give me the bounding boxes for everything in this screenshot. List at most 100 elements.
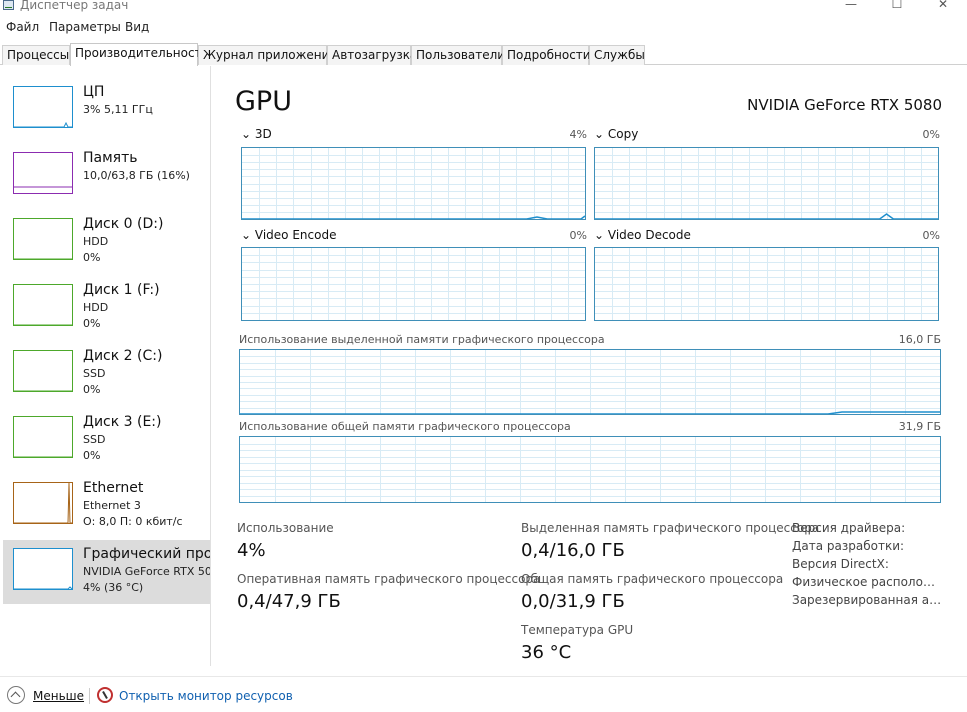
sidebar-thumbnail-graph bbox=[13, 350, 73, 392]
sidebar-thumbnail-graph bbox=[13, 86, 73, 128]
sidebar-thumbnail-graph bbox=[13, 416, 73, 458]
open-resource-monitor-link[interactable]: Открыть монитор ресурсов bbox=[119, 689, 293, 703]
chevron-down-icon: ⌄ bbox=[241, 127, 252, 141]
shared-memory-stat-label: Общая память графического процессора bbox=[521, 572, 784, 586]
sidebar-item[interactable]: Память 10,0/63,8 ГБ (16%) bbox=[3, 144, 210, 208]
sidebar-item[interactable]: Диск 2 (C:) SSD 0% bbox=[3, 342, 210, 406]
sidebar-item-title: Диск 2 (C:) bbox=[83, 348, 163, 364]
sidebar-thumbnail-graph bbox=[13, 218, 73, 260]
tab-services[interactable]: Службы bbox=[589, 45, 645, 65]
sidebar-item-detail: О: 8,0 П: 0 кбит/с bbox=[83, 515, 183, 528]
engine-selector-video-decode[interactable]: ⌄ Video Decode bbox=[594, 228, 691, 242]
gpu-ram-value: 0,4/47,9 ГБ bbox=[237, 591, 341, 612]
sidebar-item-detail: 0% bbox=[83, 317, 101, 330]
tab-processes[interactable]: Процессы bbox=[2, 45, 70, 65]
shared-memory-stat-value: 0,0/31,9 ГБ bbox=[521, 591, 625, 612]
tab-details[interactable]: Подробности bbox=[502, 45, 591, 65]
menu-file[interactable]: Файл bbox=[6, 20, 39, 34]
sidebar-item[interactable]: Диск 1 (F:) HDD 0% bbox=[3, 276, 210, 340]
resource-monitor-icon[interactable] bbox=[97, 687, 113, 703]
engine-percent: 0% bbox=[922, 128, 940, 141]
tab-app-history[interactable]: Журнал приложений bbox=[198, 45, 337, 65]
driver-date-label: Дата разработки: bbox=[792, 539, 905, 553]
sidebar-item-subtitle: HDD bbox=[83, 301, 109, 314]
page-title: GPU bbox=[235, 86, 292, 117]
usage-value: 4% bbox=[237, 540, 266, 561]
sidebar-item-detail: 0% bbox=[83, 383, 101, 396]
sidebar-item-title: Диск 1 (F:) bbox=[83, 282, 160, 298]
menu-options[interactable]: Параметры bbox=[49, 20, 121, 34]
shared-memory-graph bbox=[239, 436, 941, 503]
engine-graph-video-decode bbox=[594, 247, 939, 321]
sidebar-item-subtitle: 3% 5,11 ГГц bbox=[83, 103, 153, 116]
engine-graph-copy bbox=[594, 147, 939, 220]
sidebar-item[interactable]: Ethernet Ethernet 3 О: 8,0 П: 0 кбит/с bbox=[3, 474, 210, 538]
reserved-memory-label: Зарезервированная аппаратная память: bbox=[792, 593, 942, 607]
sidebar-item-detail: 0% bbox=[83, 251, 101, 264]
sidebar-item-title: Диск 3 (E:) bbox=[83, 414, 162, 430]
chevron-down-icon: ⌄ bbox=[241, 228, 252, 242]
sidebar-item-subtitle: 10,0/63,8 ГБ (16%) bbox=[83, 169, 190, 182]
divider bbox=[89, 688, 90, 704]
engine-selector-3d[interactable]: ⌄ 3D bbox=[241, 127, 272, 141]
resource-sidebar: ЦП 3% 5,11 ГГц Память 10,0/63,8 ГБ (16%) Дис… bbox=[0, 66, 211, 666]
sidebar-item-title: Ethernet bbox=[83, 480, 144, 496]
sidebar-thumbnail-graph bbox=[13, 548, 73, 590]
tab-startup[interactable]: Автозагрузка bbox=[327, 45, 417, 65]
tab-strip: Процессы Производительность Журнал прило… bbox=[0, 43, 967, 66]
sidebar-item-subtitle: NVIDIA GeForce RTX 5080 bbox=[83, 565, 210, 578]
task-manager-icon bbox=[3, 0, 14, 10]
physical-location-label: Физическое расположение: bbox=[792, 575, 942, 589]
shared-memory-max: 31,9 ГБ bbox=[898, 420, 941, 433]
engine-percent: 0% bbox=[569, 229, 587, 242]
sidebar-item-title: ЦП bbox=[83, 84, 105, 100]
engine-selector-video-encode[interactable]: ⌄ Video Encode bbox=[241, 228, 336, 242]
sidebar-item-title: Диск 0 (D:) bbox=[83, 216, 164, 232]
shared-memory-label: Использование общей памяти графического … bbox=[239, 420, 571, 433]
engine-percent: 4% bbox=[569, 128, 587, 141]
engine-name: Copy bbox=[607, 127, 639, 141]
engine-selector-copy[interactable]: ⌄ Copy bbox=[594, 127, 638, 141]
driver-version-label: Версия драйвера: bbox=[792, 521, 906, 535]
sidebar-item-detail: 0% bbox=[83, 449, 101, 462]
dedicated-memory-label: Использование выделенной памяти графичес… bbox=[239, 333, 605, 346]
chevron-up-icon[interactable] bbox=[7, 686, 25, 704]
gpu-temperature-value: 36 °C bbox=[521, 642, 572, 663]
maximize-button[interactable]: ☐ bbox=[874, 0, 920, 12]
close-button[interactable]: ✕ bbox=[920, 0, 966, 12]
tab-users[interactable]: Пользователи bbox=[411, 45, 505, 65]
directx-version-label: Версия DirectX: bbox=[792, 557, 889, 571]
sidebar-item-title: Графический процессор 0 bbox=[83, 546, 210, 562]
title-bar: Диспетчер задач — ☐ ✕ bbox=[0, 0, 967, 16]
dedicated-memory-max: 16,0 ГБ bbox=[898, 333, 941, 346]
gpu-panel: GPU NVIDIA GeForce RTX 5080 ⌄ 3D 4% ⌄ Co… bbox=[211, 66, 967, 676]
gpu-model-name: NVIDIA GeForce RTX 5080 bbox=[747, 96, 942, 114]
sidebar-item-subtitle: Ethernet 3 bbox=[83, 499, 141, 512]
engine-percent: 0% bbox=[922, 229, 940, 242]
menu-view[interactable]: Вид bbox=[125, 20, 149, 34]
window-title: Диспетчер задач bbox=[20, 0, 129, 12]
sidebar-item-title: Память bbox=[83, 150, 138, 166]
chevron-down-icon: ⌄ bbox=[594, 228, 605, 242]
sidebar-item-subtitle: HDD bbox=[83, 235, 109, 248]
tab-performance[interactable]: Производительность bbox=[70, 43, 209, 66]
gpu-ram-label: Оперативная память графического процессо… bbox=[237, 572, 541, 586]
fewer-details-link[interactable]: Меньше bbox=[33, 689, 84, 703]
footer-bar: Меньше Открыть монитор ресурсов bbox=[0, 676, 967, 712]
sidebar-thumbnail-graph bbox=[13, 284, 73, 326]
engine-name: Video Decode bbox=[607, 228, 691, 242]
sidebar-item[interactable]: ЦП 3% 5,11 ГГц bbox=[3, 78, 210, 142]
sidebar-thumbnail-graph bbox=[13, 152, 73, 194]
engine-name: 3D bbox=[254, 127, 272, 141]
sidebar-item[interactable]: Диск 0 (D:) HDD 0% bbox=[3, 210, 210, 274]
chevron-down-icon: ⌄ bbox=[594, 127, 605, 141]
dedicated-memory-stat-value: 0,4/16,0 ГБ bbox=[521, 540, 625, 561]
gpu-temperature-label: Температура GPU bbox=[521, 623, 634, 637]
sidebar-item-detail: 4% (36 °C) bbox=[83, 581, 144, 594]
sidebar-item[interactable]: Графический процессор 0 NVIDIA GeForce RT… bbox=[3, 540, 210, 604]
usage-label: Использование bbox=[237, 521, 334, 535]
minimize-button[interactable]: — bbox=[828, 0, 874, 12]
dedicated-memory-stat-label: Выделенная память графического процессор… bbox=[521, 521, 820, 535]
dedicated-memory-graph bbox=[239, 349, 941, 415]
sidebar-item[interactable]: Диск 3 (E:) SSD 0% bbox=[3, 408, 210, 472]
